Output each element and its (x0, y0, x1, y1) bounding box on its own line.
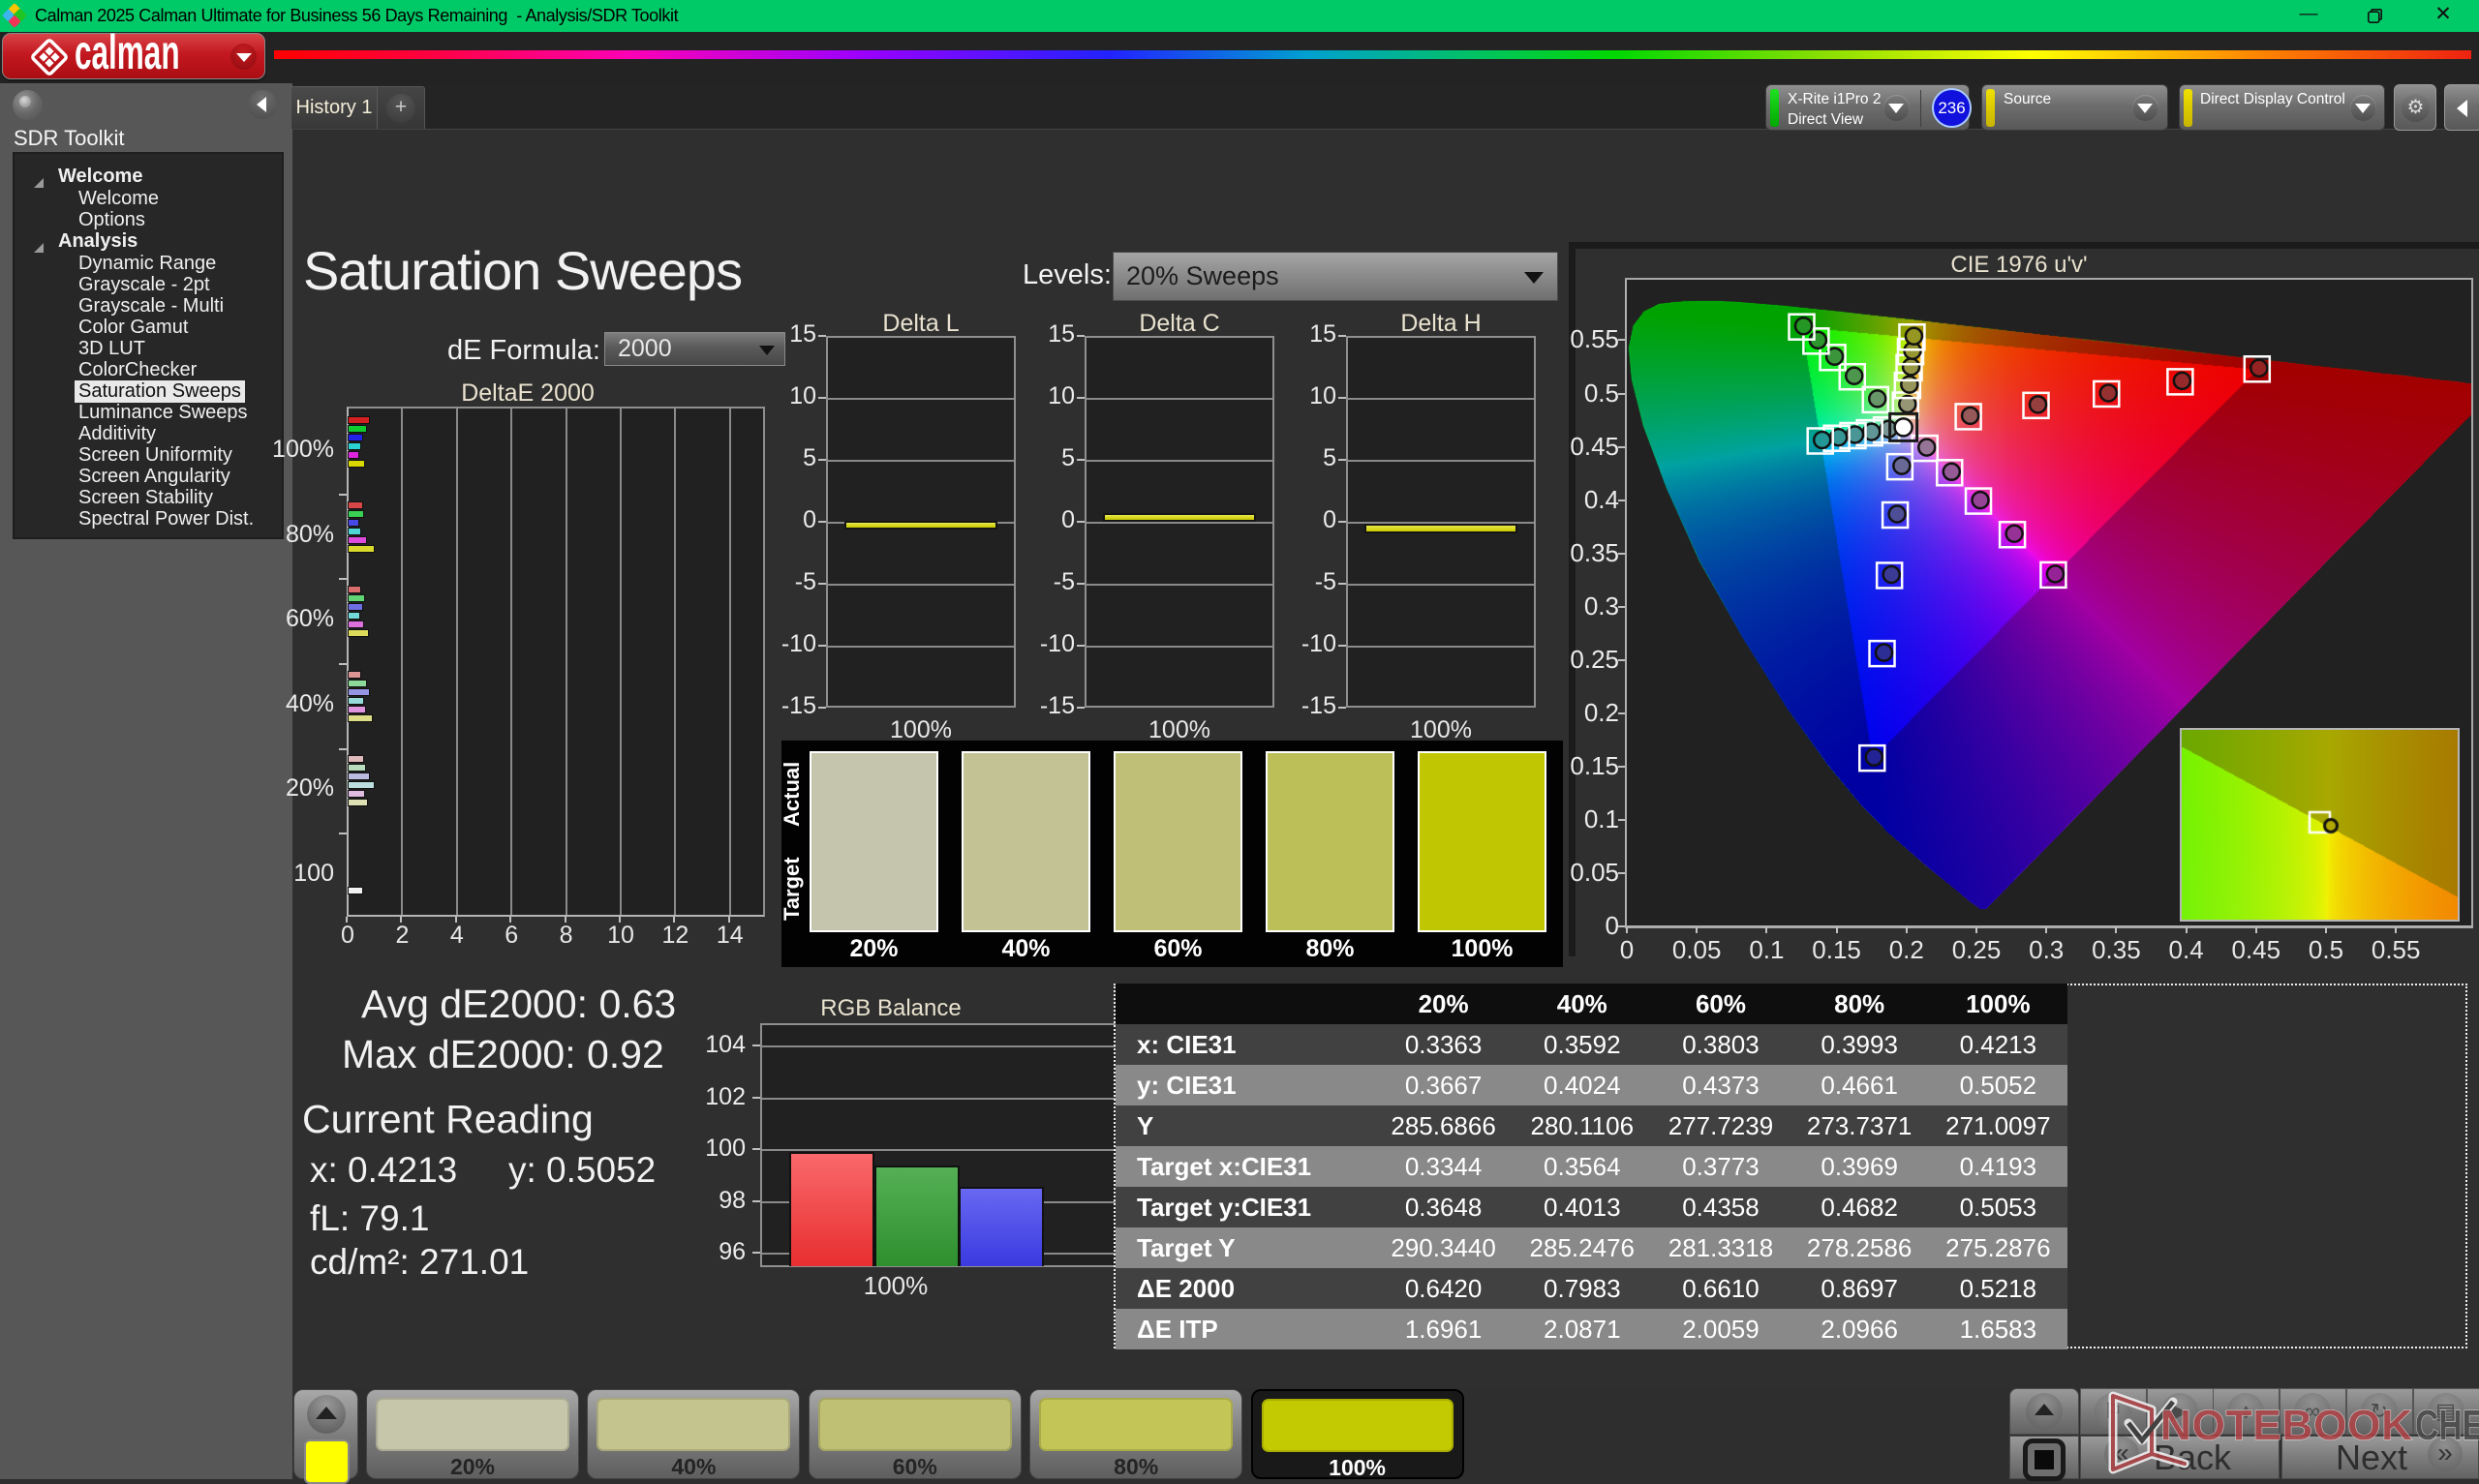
svg-text:CHECK: CHECK (2415, 1402, 2479, 1449)
svg-text:NOTEBOOK: NOTEBOOK (2160, 1402, 2412, 1449)
